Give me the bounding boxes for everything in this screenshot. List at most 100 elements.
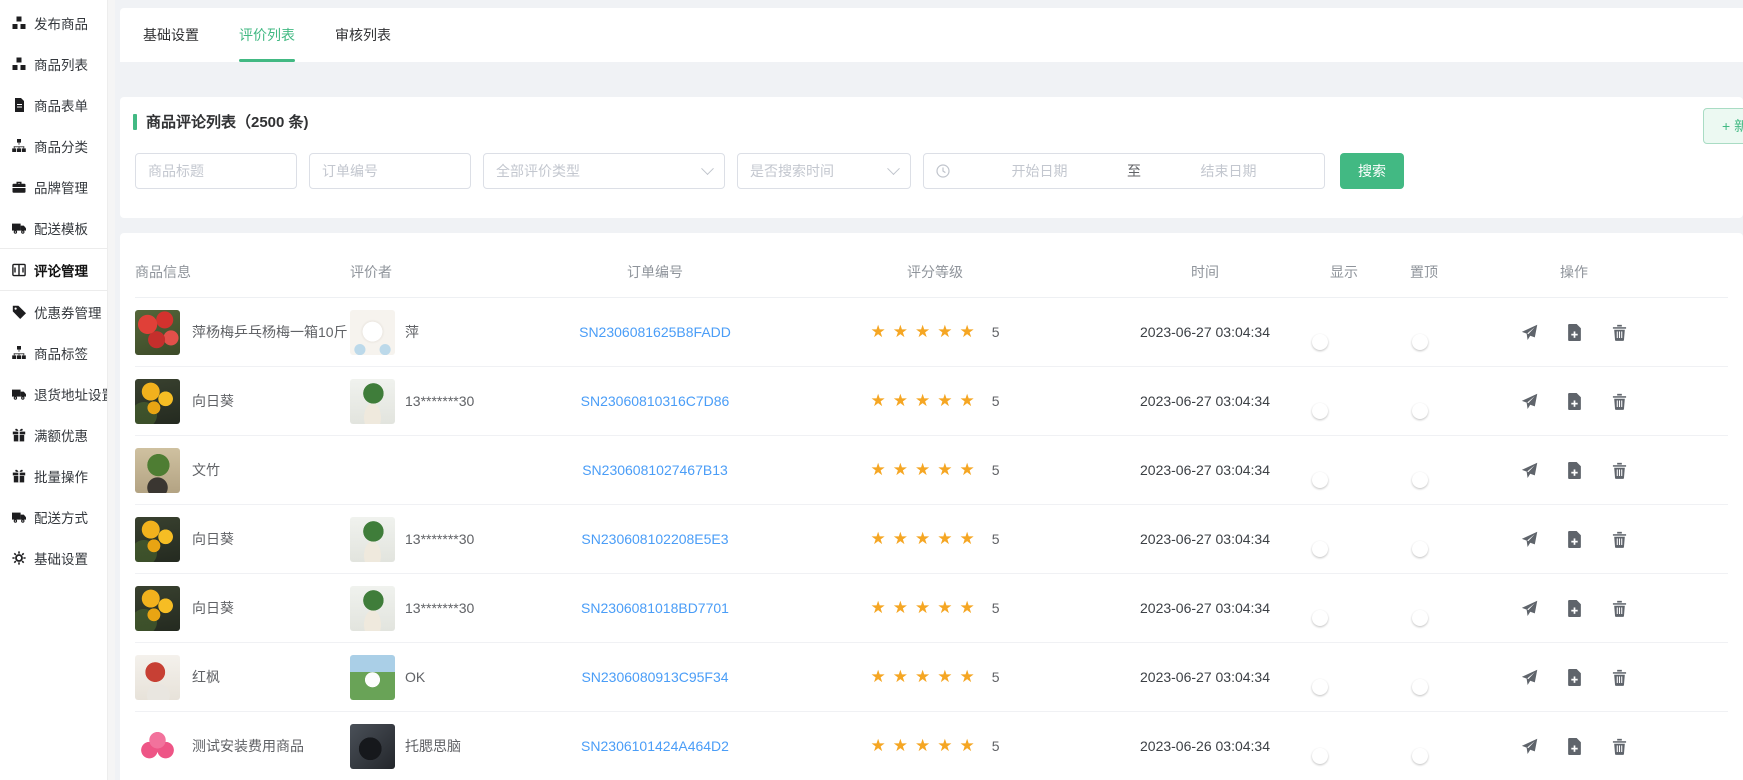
table-row: 测试安装费用商品 托腮思脑 SN2306101424A464D2 ★★★★★ 5… [135, 712, 1728, 780]
search-button[interactable]: 搜索 [1340, 153, 1404, 189]
send-icon[interactable] [1521, 738, 1538, 755]
reviewer-cell: OK [350, 655, 520, 700]
sidebar-item-label: 配送方式 [34, 507, 88, 527]
delete-icon[interactable] [1611, 669, 1628, 686]
send-icon[interactable] [1521, 324, 1538, 341]
sidebar-item-配送方式[interactable]: 配送方式 [0, 496, 115, 537]
reviewer-avatar [350, 724, 395, 769]
product-name: 向日葵 [192, 529, 234, 549]
sidebar: 发布商品 商品列表 商品表单 商品分类 品牌管理 配送模板 评论管理 优惠券管理… [0, 0, 115, 780]
actions-cell [1490, 738, 1728, 755]
product-cell: 萍杨梅乒乓杨梅一箱10斤 [135, 310, 350, 355]
sidebar-item-退货地址设置[interactable]: 退货地址设置 [0, 373, 115, 414]
send-icon[interactable] [1521, 600, 1538, 617]
title-accent-bar [133, 114, 137, 130]
sidebar-scrollbar[interactable] [107, 0, 115, 780]
order-link[interactable]: SN230608102208E5E3 [520, 531, 790, 547]
col-header-top: 置顶 [1410, 262, 1490, 282]
delete-icon[interactable] [1611, 393, 1628, 410]
sidebar-item-商品分类[interactable]: 商品分类 [0, 125, 115, 166]
tab-基础设置[interactable]: 基础设置 [143, 8, 199, 62]
product-name: 向日葵 [192, 391, 234, 411]
rating-cell: ★★★★★ 5 [790, 598, 1080, 618]
sidebar-item-发布商品[interactable]: 发布商品 [0, 2, 115, 43]
sidebar-item-商品列表[interactable]: 商品列表 [0, 43, 115, 84]
sitemap-icon [10, 138, 27, 153]
sidebar-item-批量操作[interactable]: 批量操作 [0, 455, 115, 496]
sidebar-item-label: 商品分类 [34, 136, 88, 156]
file-add-icon[interactable] [1566, 669, 1583, 686]
product-name: 测试安装费用商品 [192, 736, 304, 756]
file-add-icon[interactable] [1566, 738, 1583, 755]
file-add-icon[interactable] [1566, 600, 1583, 617]
send-icon[interactable] [1521, 462, 1538, 479]
sidebar-item-label: 评论管理 [34, 260, 88, 280]
tab-评价列表[interactable]: 评价列表 [239, 8, 295, 62]
sidebar-item-商品标签[interactable]: 商品标签 [0, 332, 115, 373]
order-no-input[interactable] [309, 153, 471, 189]
app-root: 发布商品 商品列表 商品表单 商品分类 品牌管理 配送模板 评论管理 优惠券管理… [0, 0, 1743, 780]
sidebar-item-label: 基础设置 [34, 548, 88, 568]
delete-icon[interactable] [1611, 462, 1628, 479]
clock-icon [936, 164, 950, 178]
gear-icon [10, 550, 27, 565]
add-button[interactable]: + 新增 [1703, 108, 1743, 144]
tab-审核列表[interactable]: 审核列表 [335, 8, 391, 62]
send-icon[interactable] [1521, 669, 1538, 686]
star-rating-icons: ★★★★★ [871, 598, 982, 618]
toggle-knob [1312, 748, 1328, 764]
date-range-picker[interactable]: 开始日期 至 结束日期 [923, 153, 1325, 189]
col-header-reviewer: 评价者 [350, 262, 520, 282]
file-add-icon[interactable] [1566, 462, 1583, 479]
order-link[interactable]: SN2306081018BD7701 [520, 600, 790, 616]
toggle-knob [1412, 472, 1428, 488]
sidebar-item-商品表单[interactable]: 商品表单 [0, 84, 115, 125]
order-link[interactable]: SN2306080913C95F34 [520, 669, 790, 685]
rating-cell: ★★★★★ 5 [790, 529, 1080, 549]
columns-icon [10, 262, 27, 277]
reviewer-avatar [350, 310, 395, 355]
sidebar-item-label: 优惠券管理 [34, 302, 102, 322]
delete-icon[interactable] [1611, 600, 1628, 617]
sidebar-item-评论管理[interactable]: 评论管理 [0, 248, 115, 291]
col-header-product: 商品信息 [135, 262, 350, 282]
sidebar-item-优惠券管理[interactable]: 优惠券管理 [0, 291, 115, 332]
col-header-show: 显示 [1330, 262, 1410, 282]
review-time: 2023-06-27 03:04:34 [1080, 324, 1330, 340]
date-separator: 至 [1123, 161, 1145, 181]
sidebar-menu: 发布商品 商品列表 商品表单 商品分类 品牌管理 配送模板 评论管理 优惠券管理… [0, 0, 115, 578]
review-type-select[interactable]: 全部评价类型 [483, 153, 725, 189]
order-link[interactable]: SN23060810316C7D86 [520, 393, 790, 409]
file-add-icon[interactable] [1566, 324, 1583, 341]
product-cell: 红枫 [135, 655, 350, 700]
product-title-input[interactable] [135, 153, 297, 189]
sidebar-item-满额优惠[interactable]: 满额优惠 [0, 414, 115, 455]
review-time: 2023-06-27 03:04:34 [1080, 600, 1330, 616]
actions-cell [1490, 393, 1728, 410]
sidebar-item-配送模板[interactable]: 配送模板 [0, 207, 115, 248]
star-rating-icons: ★★★★★ [871, 460, 982, 480]
file-add-icon[interactable] [1566, 393, 1583, 410]
send-icon[interactable] [1521, 531, 1538, 548]
reviewer-cell: 13*******30 [350, 517, 520, 562]
sidebar-item-品牌管理[interactable]: 品牌管理 [0, 166, 115, 207]
send-icon[interactable] [1521, 393, 1538, 410]
rating-cell: ★★★★★ 5 [790, 391, 1080, 411]
order-link[interactable]: SN2306081027467B13 [520, 462, 790, 478]
delete-icon[interactable] [1611, 531, 1628, 548]
product-cell: 向日葵 [135, 586, 350, 631]
product-name: 向日葵 [192, 598, 234, 618]
reviewer-cell: 萍 [350, 310, 520, 355]
reviewer-cell: 13*******30 [350, 586, 520, 631]
delete-icon[interactable] [1611, 324, 1628, 341]
time-search-select[interactable]: 是否搜索时间 [737, 153, 911, 189]
reviewer-name: 萍 [405, 322, 419, 342]
order-link[interactable]: SN2306081625B8FADD [520, 324, 790, 340]
toggle-knob [1412, 541, 1428, 557]
cubes-icon [10, 15, 27, 30]
file-add-icon[interactable] [1566, 531, 1583, 548]
delete-icon[interactable] [1611, 738, 1628, 755]
sidebar-item-基础设置[interactable]: 基础设置 [0, 537, 115, 578]
file-icon [10, 97, 27, 112]
order-link[interactable]: SN2306101424A464D2 [520, 738, 790, 754]
